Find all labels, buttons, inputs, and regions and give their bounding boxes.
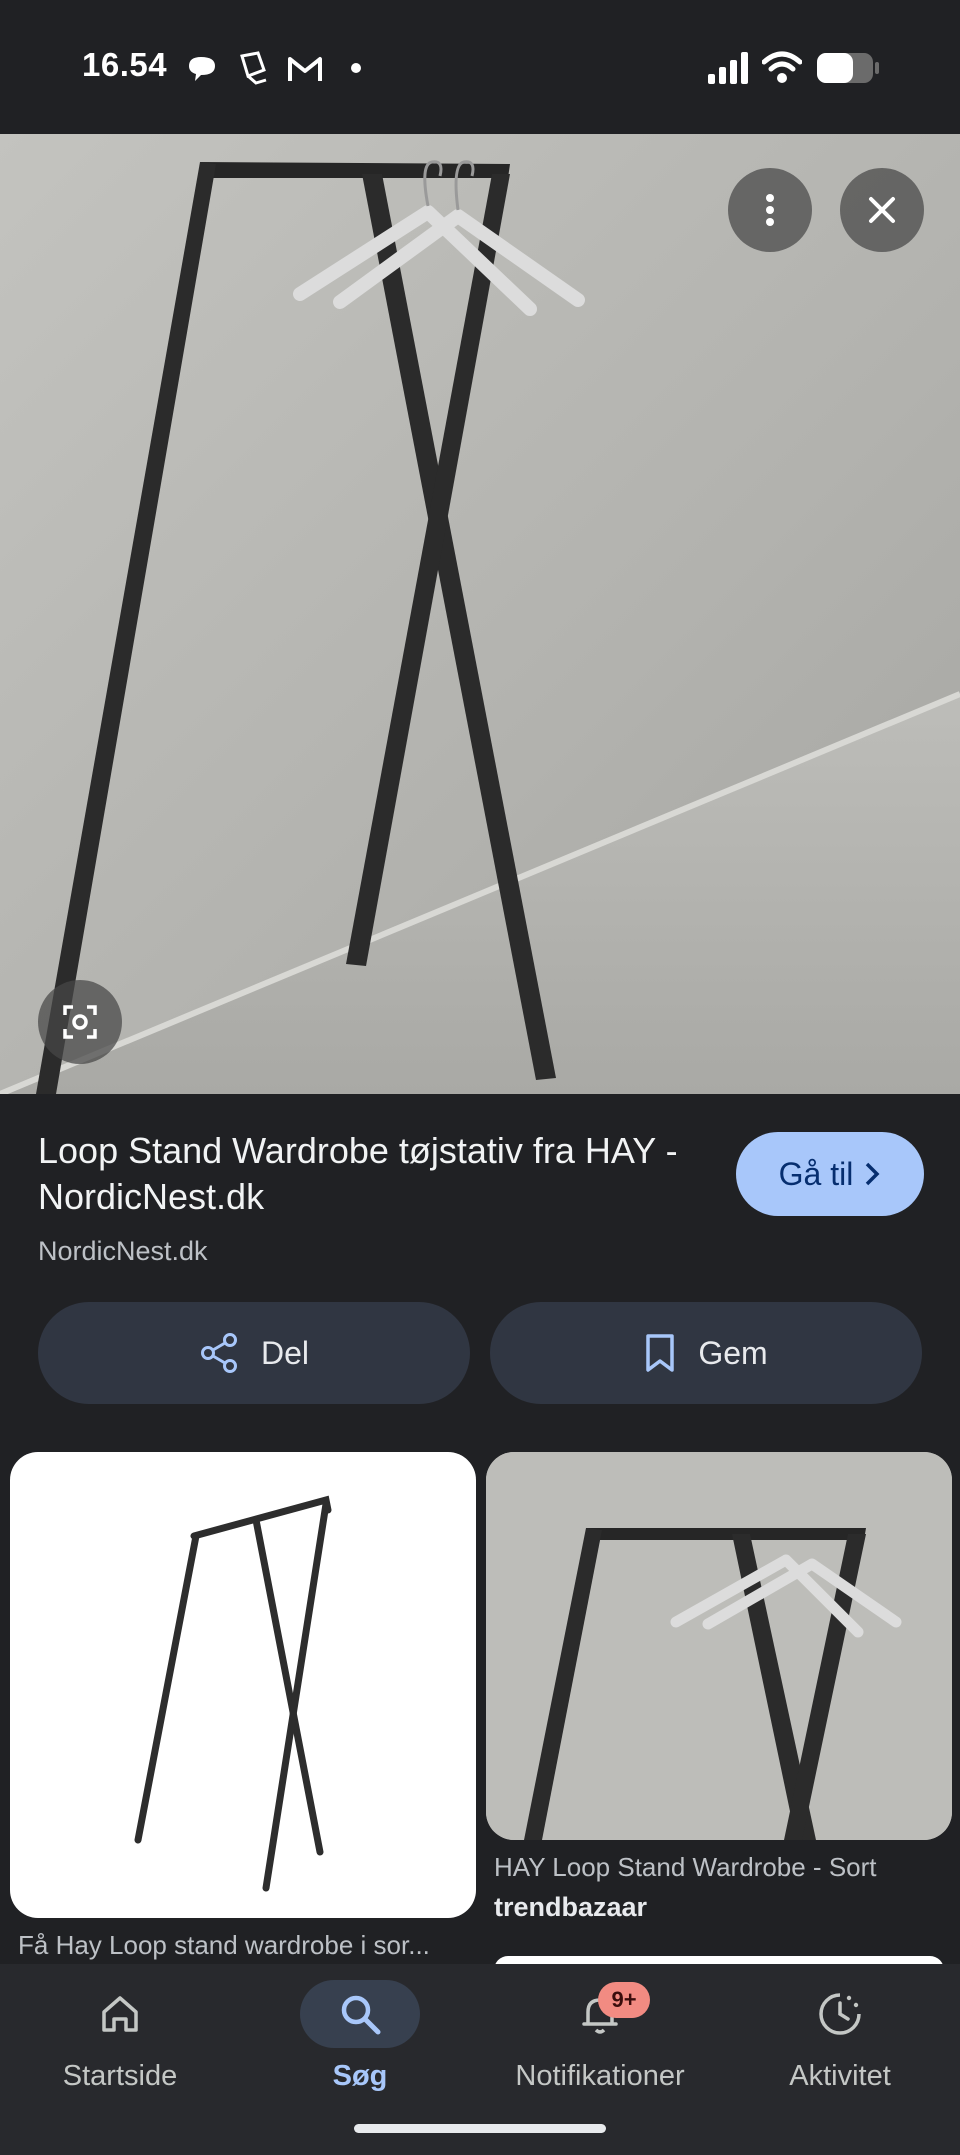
dot-icon — [351, 63, 361, 73]
activity-icon — [819, 1993, 861, 2035]
lens-button[interactable] — [38, 980, 122, 1064]
chat-bubble-icon — [189, 57, 215, 81]
nav-label-activity: Aktivitet — [789, 2060, 891, 2092]
nav-label-search: Søg — [332, 2060, 388, 2092]
coat-rack-photo-2 — [486, 1452, 952, 1840]
search-icon — [341, 1995, 381, 2035]
nav-item-home[interactable]: Startside — [0, 1964, 240, 2155]
close-button[interactable] — [840, 168, 924, 252]
more-options-button[interactable] — [728, 168, 812, 252]
home-indicator[interactable] — [354, 2124, 606, 2133]
coat-rack-product-photo — [134, 1495, 332, 1892]
notification-badge: 9+ — [598, 1982, 650, 2018]
result-source[interactable]: NordicNest.dk — [38, 1236, 208, 1267]
nav-label-home: Startside — [62, 2060, 178, 2092]
result-title[interactable]: Loop Stand Wardrobe tøjstativ fra HAY - … — [38, 1128, 678, 1220]
save-button[interactable]: Gem — [490, 1302, 922, 1404]
share-icon — [200, 1333, 237, 1373]
share-button[interactable]: Del — [38, 1302, 470, 1404]
battery-icon — [817, 53, 879, 83]
related-source-2[interactable]: trendbazaar — [494, 1892, 647, 1923]
more-vert-icon — [766, 194, 774, 226]
nav-item-activity[interactable]: Aktivitet — [720, 1964, 960, 2155]
wifi-icon — [762, 51, 802, 83]
nav-label-notifications: Notifikationer — [515, 2060, 685, 2092]
notification-app-icon — [240, 51, 267, 85]
related-image-2[interactable] — [486, 1452, 952, 1840]
bookmark-icon — [646, 1334, 675, 1372]
related-caption-1[interactable]: Få Hay Loop stand wardrobe i sor... — [18, 1930, 468, 1961]
signal-icon — [708, 52, 748, 84]
nav-icon-container — [300, 1980, 420, 2048]
save-label: Gem — [698, 1334, 768, 1371]
coat-rack-photo — [0, 134, 960, 1094]
status-time: 16.54 — [82, 46, 168, 83]
chevron-right-icon — [866, 1162, 880, 1186]
main-image[interactable] — [0, 134, 960, 1094]
lens-icon — [63, 1005, 97, 1039]
close-icon — [869, 197, 895, 223]
goto-label: Gå til — [778, 1155, 854, 1192]
goto-button[interactable]: Gå til — [736, 1132, 924, 1216]
nav-icon-container — [60, 1980, 180, 2048]
related-caption-2[interactable]: HAY Loop Stand Wardrobe - Sort — [494, 1852, 934, 1883]
gmail-icon — [288, 57, 322, 81]
share-label: Del — [260, 1334, 309, 1371]
related-image-1[interactable] — [10, 1452, 476, 1918]
home-icon — [102, 1996, 138, 2032]
nav-icon-container — [780, 1980, 900, 2048]
